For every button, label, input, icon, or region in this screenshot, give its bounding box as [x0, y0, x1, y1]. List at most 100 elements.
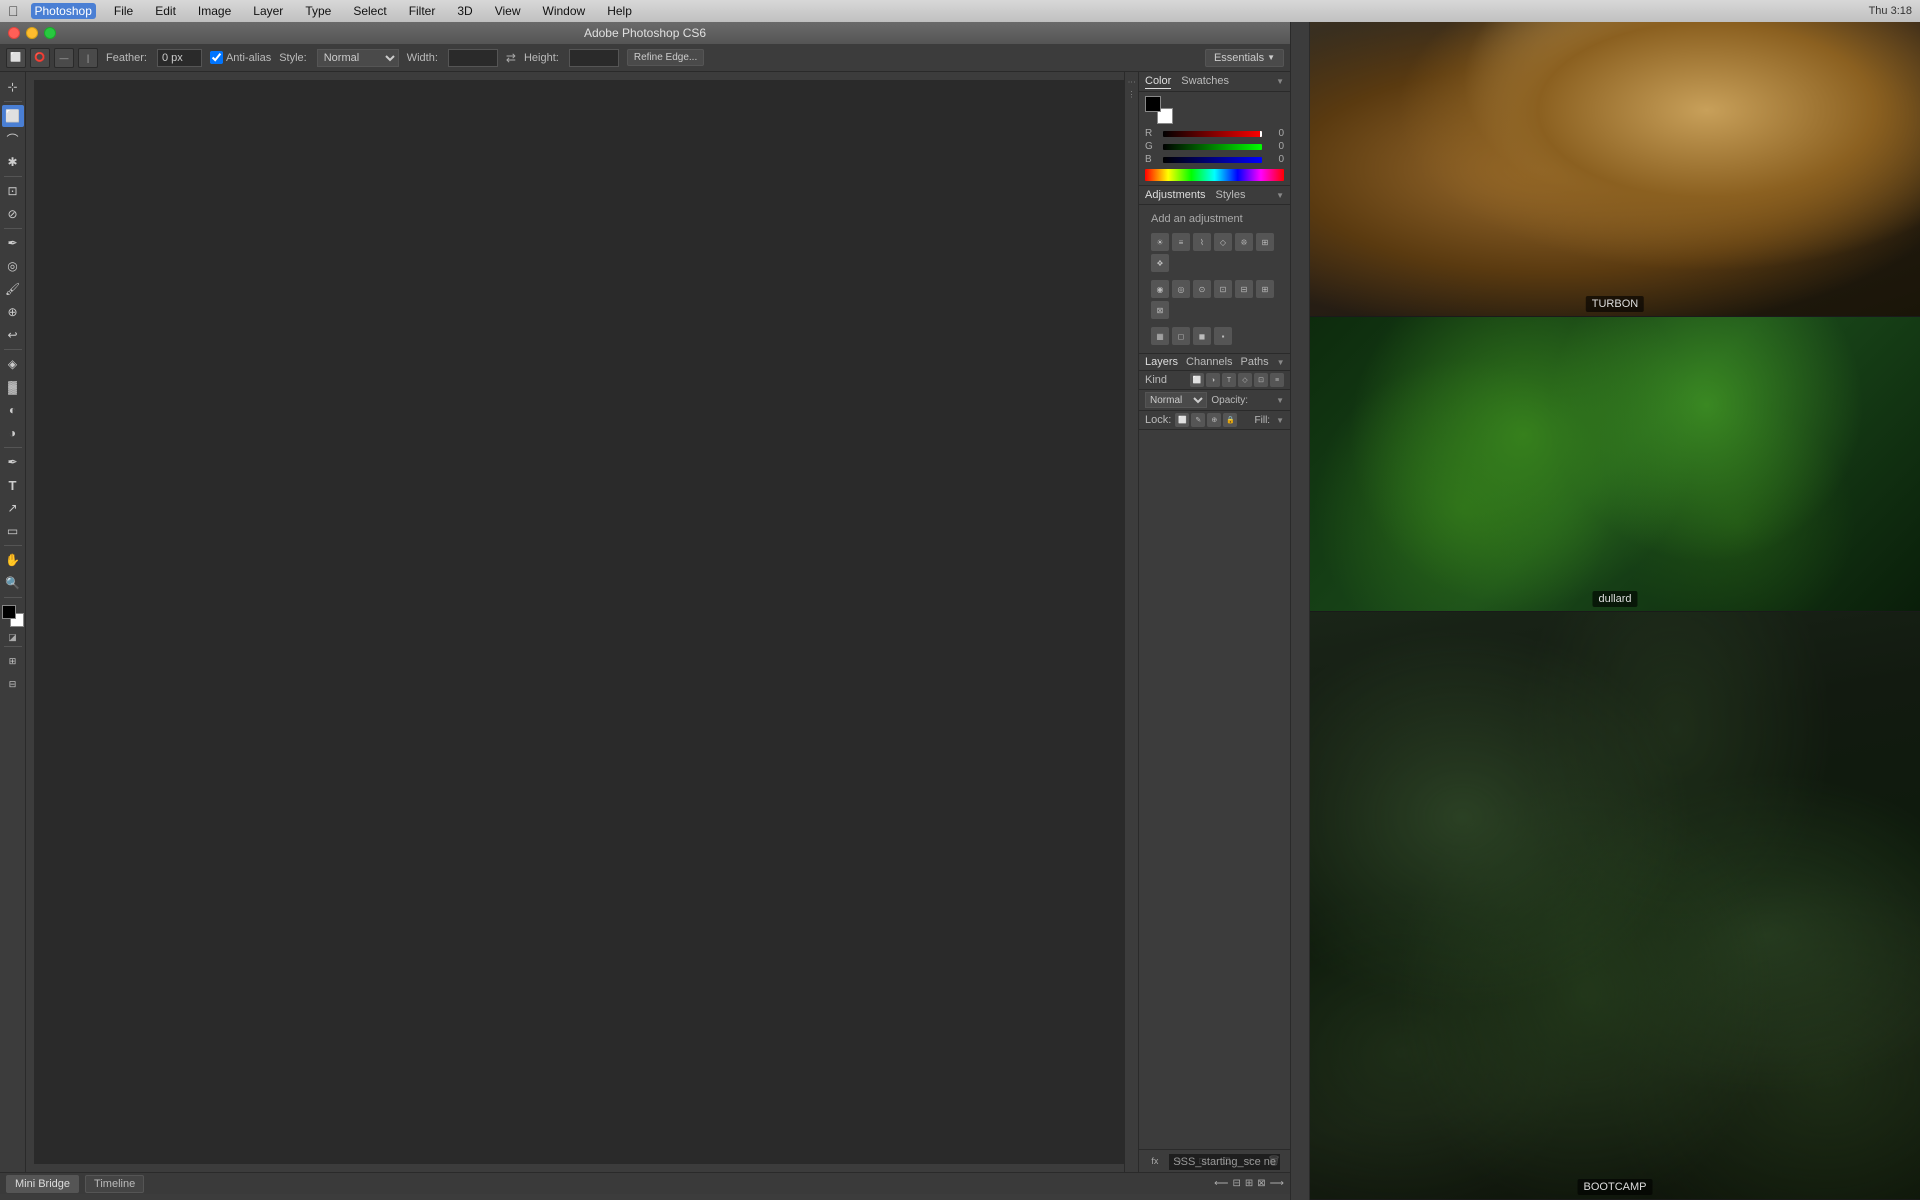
color-spectrum[interactable] — [1145, 169, 1284, 181]
adj-layer-icon[interactable]: ◑ — [1206, 373, 1220, 387]
marquee-tool[interactable]: ⬜ — [2, 105, 24, 127]
menu-view[interactable]: View — [491, 3, 525, 19]
quick-select-tool[interactable]: ✱ — [2, 151, 24, 173]
apple-menu[interactable]:  — [8, 3, 19, 19]
slice-tool[interactable]: ⊘ — [2, 203, 24, 225]
menu-filter[interactable]: Filter — [405, 3, 440, 19]
solid-color-adj-icon[interactable]: ◼ — [1193, 327, 1211, 345]
fx-button[interactable]: fx — [1147, 1153, 1163, 1169]
ellipse-marquee-btn[interactable]: ⭕ — [30, 48, 50, 68]
photo-item-turbon[interactable]: TURBON — [1310, 22, 1920, 317]
bottom-icon-2[interactable]: ⊟ — [1232, 1178, 1240, 1189]
lock-all-icon[interactable]: 🔒 — [1223, 413, 1237, 427]
menu-type[interactable]: Type — [301, 3, 335, 19]
paths-tab[interactable]: Paths — [1241, 356, 1269, 368]
layers-tab[interactable]: Layers — [1145, 356, 1178, 368]
menu-image[interactable]: Image — [194, 3, 235, 19]
menu-file[interactable]: File — [110, 3, 137, 19]
type-layer-icon[interactable]: T — [1222, 373, 1236, 387]
pen-tool[interactable]: ✒ — [2, 451, 24, 473]
history-tool[interactable]: ↩ — [2, 324, 24, 346]
fg-bg-swatches[interactable] — [1145, 96, 1173, 124]
b-slider[interactable] — [1163, 157, 1262, 163]
heal-tool[interactable]: ◎ — [2, 255, 24, 277]
invert-adj-icon[interactable]: ⊟ — [1235, 280, 1253, 298]
anti-alias-checkbox[interactable] — [210, 51, 223, 64]
blur-tool[interactable]: ◐ — [2, 399, 24, 421]
brightness-adj-icon[interactable]: ☀ — [1151, 233, 1169, 251]
bottom-icon-5[interactable]: ⟶ — [1270, 1178, 1284, 1189]
styles-tab[interactable]: Styles — [1216, 189, 1246, 201]
lock-move-icon[interactable]: ✎ — [1191, 413, 1205, 427]
filter-layer-icon[interactable]: ≡ — [1270, 373, 1284, 387]
maximize-button[interactable] — [44, 27, 56, 39]
color-tab[interactable]: Color — [1145, 75, 1171, 89]
blend-mode-select[interactable]: Normal Multiply Screen Overlay — [1145, 392, 1207, 408]
r-slider[interactable] — [1163, 131, 1262, 137]
eraser-tool[interactable]: ◈ — [2, 353, 24, 375]
photo-filter-adj-icon[interactable]: ◎ — [1172, 280, 1190, 298]
color-lookup-adj-icon[interactable]: ⊡ — [1214, 280, 1232, 298]
menu-layer[interactable]: Layer — [249, 3, 287, 19]
shape-tool[interactable]: ▭ — [2, 520, 24, 542]
zoom-tool[interactable]: 🔍 — [2, 572, 24, 594]
hsl-adj-icon[interactable]: ⊞ — [1256, 233, 1274, 251]
change-view-btn[interactable]: ⊟ — [2, 673, 24, 695]
close-button[interactable] — [8, 27, 20, 39]
pixel-layer-icon[interactable]: ⬜ — [1190, 373, 1204, 387]
bottom-icon-3[interactable]: ⊞ — [1245, 1178, 1253, 1189]
crop-tool[interactable]: ⊡ — [2, 180, 24, 202]
lock-pixels-icon[interactable]: ⬜ — [1175, 413, 1189, 427]
type-tool[interactable]: T — [2, 474, 24, 496]
mini-bridge-tab[interactable]: Mini Bridge — [6, 1175, 79, 1193]
threshold-adj-icon[interactable]: ⊠ — [1151, 301, 1169, 319]
feather-input[interactable] — [157, 49, 202, 67]
path-select-tool[interactable]: ↗ — [2, 497, 24, 519]
dodge-tool[interactable]: ◑ — [2, 422, 24, 444]
color-swatch-area[interactable] — [2, 605, 24, 627]
brush-tool[interactable]: 🖌 — [2, 278, 24, 300]
rect-marquee-btn[interactable]: ⬜ — [6, 48, 26, 68]
width-input[interactable] — [448, 49, 498, 67]
smart-layer-icon[interactable]: ⊡ — [1254, 373, 1268, 387]
fg-color-swatch[interactable] — [2, 605, 16, 619]
exposure-adj-icon[interactable]: ◇ — [1214, 233, 1232, 251]
menu-select[interactable]: Select — [349, 3, 390, 19]
gradient-map-adj-icon[interactable]: ▦ — [1151, 327, 1169, 345]
clone-tool[interactable]: ⊕ — [2, 301, 24, 323]
color-panel-header[interactable]: Color Swatches ▼ — [1139, 72, 1290, 92]
color-balance-adj-icon[interactable]: ❖ — [1151, 254, 1169, 272]
posterize-adj-icon[interactable]: ⊞ — [1256, 280, 1274, 298]
g-slider[interactable] — [1163, 144, 1262, 150]
menu-3d[interactable]: 3D — [453, 3, 476, 19]
menu-window[interactable]: Window — [539, 3, 590, 19]
lock-pos-icon[interactable]: ⊕ — [1207, 413, 1221, 427]
menu-help[interactable]: Help — [603, 3, 636, 19]
height-input[interactable] — [569, 49, 619, 67]
pattern-adj-icon[interactable]: ▪ — [1214, 327, 1232, 345]
move-tool[interactable]: ⊹ — [2, 76, 24, 98]
menu-edit[interactable]: Edit — [151, 3, 180, 19]
timeline-tab[interactable]: Timeline — [85, 1175, 144, 1193]
style-select[interactable]: Normal Fixed Ratio Fixed Size — [317, 49, 399, 67]
essentials-button[interactable]: Essentials ▼ — [1205, 49, 1284, 67]
bottom-icon-1[interactable]: ⟵ — [1214, 1178, 1228, 1189]
adjustments-tab[interactable]: Adjustments — [1145, 189, 1206, 201]
col-marquee-btn[interactable]: | — [78, 48, 98, 68]
menu-photoshop[interactable]: Photoshop — [31, 3, 96, 19]
selective-color-adj-icon[interactable]: ◻ — [1172, 327, 1190, 345]
vibrance-adj-icon[interactable]: ❊ — [1235, 233, 1253, 251]
refine-edge-button[interactable]: Refine Edge... — [627, 49, 704, 66]
bw-adj-icon[interactable]: ◉ — [1151, 280, 1169, 298]
row-marquee-btn[interactable]: — — [54, 48, 74, 68]
channel-mix-adj-icon[interactable]: ⊙ — [1193, 280, 1211, 298]
shape-layer-icon[interactable]: ◇ — [1238, 373, 1252, 387]
curves-adj-icon[interactable]: ⌇ — [1193, 233, 1211, 251]
fg-swatch[interactable] — [1145, 96, 1161, 112]
lasso-tool[interactable]: ⌒ — [2, 128, 24, 150]
canvas-area[interactable] — [26, 72, 1138, 1172]
photo-item-dullard[interactable]: dullard — [1310, 317, 1920, 612]
swatches-tab[interactable]: Swatches — [1181, 75, 1229, 88]
channels-tab[interactable]: Channels — [1186, 356, 1232, 368]
quick-mask-btn[interactable]: ◪ — [8, 632, 17, 643]
